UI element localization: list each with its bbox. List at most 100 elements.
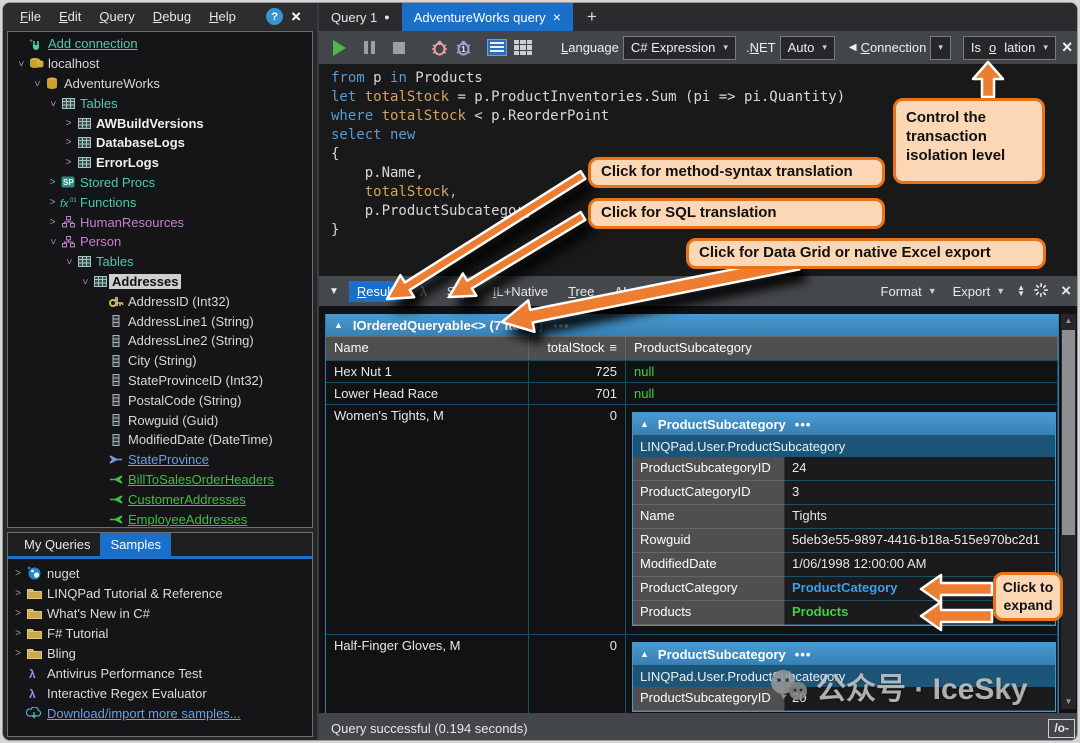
scroll-down-icon[interactable]: ▼ (1061, 695, 1076, 709)
help-icon[interactable]: ? (266, 8, 283, 25)
tree-item-errorlogs[interactable]: >ErrorLogs (8, 153, 312, 173)
results-tab-tree[interactable]: Tree (560, 281, 602, 302)
queries-tab-my-queries[interactable]: My Queries (14, 533, 100, 556)
collapse-triangle-icon[interactable]: ▲ (640, 649, 649, 659)
format-dropdown[interactable]: Format▼ (877, 282, 941, 301)
grid-options-icon[interactable]: ••• (795, 647, 812, 662)
tree-chevron-icon[interactable]: > (62, 137, 75, 148)
run-button[interactable] (327, 36, 351, 60)
tree-item-localhost[interactable]: >localhost (8, 54, 312, 74)
tree-item-addresses[interactable]: >Addresses (8, 272, 312, 292)
tree-chevron-icon[interactable]: > (46, 217, 59, 228)
refresh-spinner-icon[interactable] (1033, 282, 1049, 301)
menu-item-query[interactable]: Query (90, 5, 143, 28)
samples-item-download-import-more-samples-[interactable]: Download/import more samples... (8, 703, 312, 723)
grid-options-icon[interactable]: ••• (553, 318, 570, 333)
export-dropdown[interactable]: Export▼ (949, 282, 1010, 301)
tab-close-icon[interactable]: × (553, 9, 561, 25)
new-tab-button[interactable]: + (573, 3, 611, 31)
results-richtext-button[interactable] (485, 36, 509, 60)
results-datagrid-button[interactable] (511, 36, 535, 60)
tree-chevron-icon[interactable]: > (8, 568, 24, 579)
tree-item-stateprovince[interactable]: StateProvince (8, 450, 312, 470)
tree-item-billtosalesorderheaders[interactable]: BillToSalesOrderHeaders (8, 470, 312, 490)
samples-item-linqpad-tutorial-reference[interactable]: >LINQPad Tutorial & Reference (8, 583, 312, 603)
cell-totalstock[interactable]: 0 (529, 405, 626, 634)
tree-item-addressline1-string-[interactable]: AddressLine1 (String) (8, 311, 312, 331)
nested-table-header[interactable]: ▲ProductSubcategory••• (633, 413, 1055, 435)
column-header-name[interactable]: Name (326, 337, 529, 360)
tree-item-awbuildversions[interactable]: >AWBuildVersions (8, 113, 312, 133)
net-dropdown[interactable]: Auto▾ (780, 36, 835, 60)
queries-tab-samples[interactable]: Samples (100, 533, 171, 556)
cell-name[interactable]: Hex Nut 1 (326, 361, 529, 382)
tree-item-functions[interactable]: >fx01Functions (8, 192, 312, 212)
column-header-productsubcategory[interactable]: ProductSubcategory (626, 337, 1058, 360)
cell-productsubcategory[interactable]: null (626, 383, 1058, 404)
results-tab--[interactable]: λ (412, 281, 435, 302)
tree-item-modifieddate-datetime-[interactable]: ModifiedDate (DateTime) (8, 430, 312, 450)
results-close-icon[interactable]: × (1057, 281, 1071, 301)
connection-dropdown[interactable]: ▾ (930, 36, 951, 60)
tree-chevron-icon[interactable]: > (62, 157, 75, 168)
cell-totalstock[interactable]: 725 (529, 361, 626, 382)
tab-adventureworks-query[interactable]: AdventureWorks query × (402, 3, 573, 31)
samples-item-interactive-regex-evaluator[interactable]: λInteractive Regex Evaluator (8, 683, 312, 703)
results-tab-ai[interactable]: AI (606, 281, 634, 302)
cell-name[interactable]: Half-Finger Gloves, M (326, 635, 529, 713)
text-size-icon[interactable]: ▲▼ (1017, 285, 1025, 297)
tree-item-employeeaddresses[interactable]: EmployeeAddresses (8, 509, 312, 528)
debug-bug-icon[interactable] (427, 36, 451, 60)
tree-item-postalcode-string-[interactable]: PostalCode (String) (8, 390, 312, 410)
tree-item-adventureworks[interactable]: >AdventureWorks (8, 74, 312, 94)
menu-item-edit[interactable]: Edit (50, 5, 90, 28)
toolbar-close-icon[interactable]: × (1056, 37, 1078, 58)
tree-chevron-icon[interactable]: > (31, 77, 42, 90)
tree-chevron-icon[interactable]: > (47, 97, 58, 110)
tree-item-stateprovinceid-int32-[interactable]: StateProvinceID (Int32) (8, 371, 312, 391)
vertical-scrollbar[interactable]: ▲ ▼ (1061, 314, 1076, 709)
tree-item-person[interactable]: >Person (8, 232, 312, 252)
menu-item-debug[interactable]: Debug (144, 5, 200, 28)
results-collapse-icon[interactable]: ▼ (329, 286, 339, 297)
nested-table-header[interactable]: ▲ProductSubcategory••• (633, 643, 1055, 665)
tree-chevron-icon[interactable]: > (8, 608, 24, 619)
tree-chevron-icon[interactable]: > (8, 648, 24, 659)
tree-chevron-icon[interactable]: > (46, 177, 59, 188)
stop-button[interactable] (387, 36, 411, 60)
tree-item-addressid-int32-[interactable]: AddressID (Int32) (8, 291, 312, 311)
cell-productsubcategory[interactable]: null (626, 361, 1058, 382)
tree-item-tables[interactable]: >Tables (8, 252, 312, 272)
tab-query1[interactable]: Query 1 ● (319, 3, 402, 31)
results-tab-results[interactable]: Results (349, 281, 408, 302)
samples-item-what-s-new-in-c-[interactable]: >What's New in C# (8, 603, 312, 623)
tree-item-city-string-[interactable]: City (String) (8, 351, 312, 371)
tree-item-rowguid-guid-[interactable]: Rowguid (Guid) (8, 410, 312, 430)
isolation-dropdown[interactable]: Isolation ▾ (963, 36, 1056, 60)
tree-item-databaselogs[interactable]: >DatabaseLogs (8, 133, 312, 153)
samples-item-f-tutorial[interactable]: >F# Tutorial (8, 623, 312, 643)
tree-chevron-icon[interactable]: > (8, 628, 24, 639)
language-dropdown[interactable]: C# Expression▾ (623, 36, 736, 60)
close-icon[interactable]: × (283, 7, 309, 27)
tree-item-humanresources[interactable]: >HumanResources (8, 212, 312, 232)
results-tab-sql[interactable]: SQL (439, 281, 481, 302)
cell-totalstock[interactable]: 701 (529, 383, 626, 404)
connection-collapse-icon[interactable]: ◀ (849, 42, 857, 53)
tree-item-customeraddresses[interactable]: CustomerAddresses (8, 489, 312, 509)
sort-icon[interactable]: ≡ (609, 340, 617, 357)
tree-item-tables[interactable]: >Tables (8, 93, 312, 113)
tree-chevron-icon[interactable]: > (63, 255, 74, 268)
samples-item-antivirus-performance-test[interactable]: λAntivirus Performance Test (8, 663, 312, 683)
tree-chevron-icon[interactable]: > (15, 57, 26, 70)
samples-item-nuget[interactable]: >nuget (8, 563, 312, 583)
tree-chevron-icon[interactable]: > (47, 235, 58, 248)
cell-name[interactable]: Lower Head Race (326, 383, 529, 404)
scroll-up-icon[interactable]: ▲ (1061, 314, 1076, 328)
collapse-triangle-icon[interactable]: ▲ (640, 419, 649, 429)
column-header-totalstock[interactable]: totalStock ≡ (529, 337, 626, 360)
pause-button[interactable] (357, 36, 381, 60)
menu-item-help[interactable]: Help (200, 5, 245, 28)
results-grid-header[interactable]: ▲ IOrderedQueryable<> (7 items) ••• (326, 314, 1058, 336)
cell-name[interactable]: Women's Tights, M (326, 405, 529, 634)
